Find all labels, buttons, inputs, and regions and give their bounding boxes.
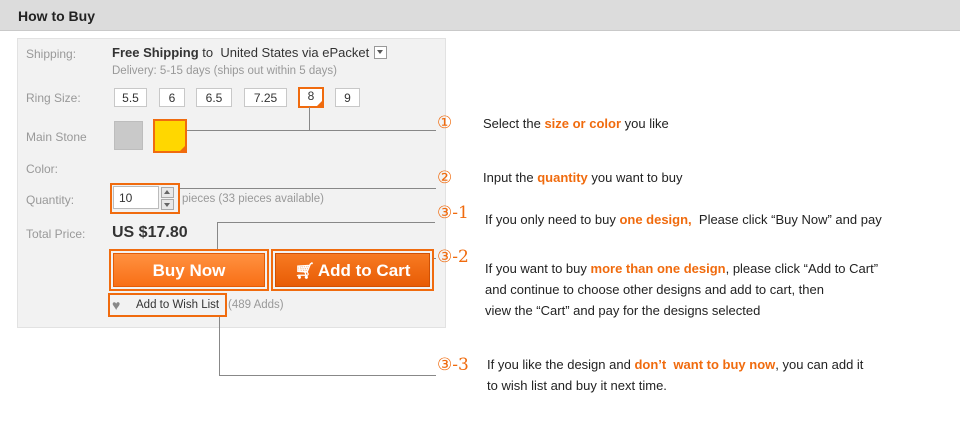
shipping-destination: to United States via ePacket [198,45,370,60]
annotation-highlight: more than one design [590,261,726,276]
annotation-1: Select the size or color you like [483,113,669,134]
quantity-label: Quantity: [26,193,75,207]
annotation-3-2: If you want to buy more than one design,… [485,258,878,321]
total-price-value: US $17.80 [112,224,188,241]
connector-line [217,222,435,223]
connector-line [434,258,436,259]
annotation-text: Select the [483,116,545,131]
cart-icon: 🛒︎ [294,263,315,280]
connector-line [219,317,220,375]
chevron-down-icon[interactable] [374,46,388,60]
total-price-label: Total Price: [26,227,86,241]
step-marker-3-3: ③-3 [437,355,469,375]
step-marker-1: ① [437,113,453,133]
selected-check-icon [179,145,186,152]
size-option[interactable]: 6.5 [196,88,232,107]
connector-line [309,107,310,131]
shipping-selector[interactable]: Free Shipping to United States via ePack… [112,45,388,60]
size-option[interactable]: 7.25 [244,88,287,107]
annotation-text: you like [621,116,669,131]
annotation-3-3: If you like the design and don’t want to… [487,354,863,396]
annotation-text: to wish list and buy it next time. [487,378,667,393]
annotation-text: and continue to choose other designs and… [485,282,824,297]
selected-check-icon [316,100,323,107]
connector-line [219,375,436,376]
size-option[interactable]: 9 [335,88,360,107]
buy-now-button[interactable]: Buy Now [113,253,265,287]
step-marker-2: ② [437,168,453,188]
connector-line [180,188,436,189]
annotation-text: , you can add it [775,357,864,372]
delivery-info: Delivery: 5-15 days (ships out within 5 … [112,65,337,77]
step-marker-3-1: ③-1 [437,203,469,223]
annotation-text: Please click “Buy Now” and pay [691,212,882,227]
size-option[interactable]: 6 [159,88,185,107]
size-option[interactable]: 5.5 [114,88,147,107]
main-stone-label: Main Stone [26,130,87,144]
size-option-selected[interactable]: 8 [298,87,324,108]
annotation-text: Input the [483,170,538,185]
add-to-cart-button[interactable]: 🛒︎ Add to Cart [275,253,430,287]
availability-text: pieces (33 pieces available) [182,193,324,205]
annotation-2: Input the quantity you want to buy [483,167,682,188]
section-header: How to Buy [0,0,960,31]
annotation-highlight: don’t want to buy now [634,357,776,372]
stone-swatch-yellow-selected[interactable] [153,119,187,153]
shipping-label: Shipping: [26,47,77,61]
add-to-cart-label: Add to Cart [317,261,411,280]
color-label: Color: [26,162,59,176]
size-option-label: 8 [307,89,315,103]
step-marker-3-2: ③-2 [437,247,469,267]
annotation-text: If you only need to buy [485,212,620,227]
stone-swatch-grey[interactable] [114,121,143,150]
annotation-text: If you like the design and [487,357,635,372]
annotation-text: , please click “Add to Cart” [725,261,879,276]
annotation-3-1: If you only need to buy one design, Plea… [485,209,882,230]
connector-line [217,222,218,249]
wish-list-count: (489 Adds) [228,299,284,311]
connector-line [187,130,436,131]
free-shipping-text: Free Shipping [112,45,199,60]
annotation-highlight: quantity [537,170,588,185]
wish-list-highlight [108,293,227,317]
annotation-highlight: size or color [544,116,622,131]
section-title: How to Buy [18,8,95,24]
quantity-highlight [110,183,180,214]
annotation-text: If you want to buy [485,261,591,276]
annotation-text: view the “Cart” and pay for the designs … [485,303,761,318]
ring-size-label: Ring Size: [26,91,81,105]
annotation-highlight: one design, [619,212,692,227]
annotation-text: you want to buy [587,170,683,185]
